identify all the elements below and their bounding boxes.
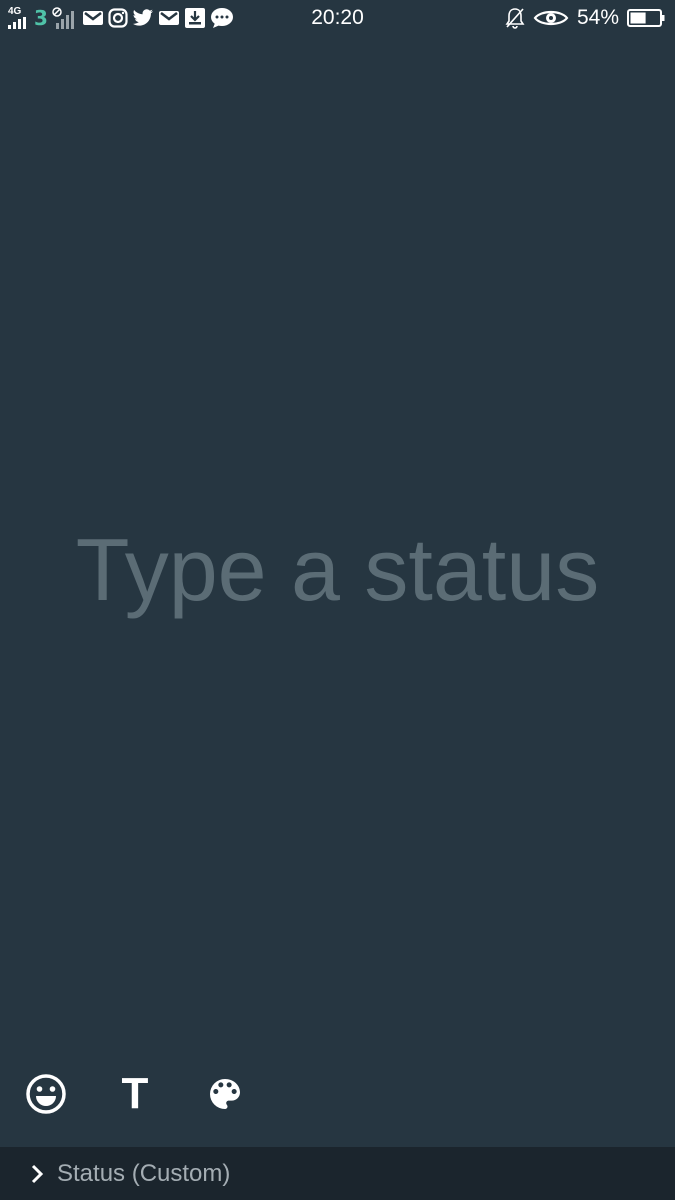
system-status-bar: 4G 3 20:20 54% xyxy=(0,0,675,36)
status-composer xyxy=(0,480,675,660)
status-privacy-bar[interactable]: Status (Custom) xyxy=(0,1147,675,1200)
status-privacy-label: Status (Custom) xyxy=(57,1159,231,1187)
battery-icon xyxy=(627,6,665,30)
palette-icon xyxy=(210,1079,240,1109)
emoji-button[interactable] xyxy=(14,1062,78,1126)
status-bar-right-icons: 54% xyxy=(505,4,665,32)
text-style-icon: T xyxy=(121,1069,149,1118)
text-style-button[interactable]: T xyxy=(103,1062,167,1126)
composer-toolbar: T xyxy=(0,1062,675,1126)
mute-bell-icon xyxy=(505,6,525,30)
status-text-input[interactable] xyxy=(0,518,675,622)
eye-icon xyxy=(533,6,569,30)
chevron-right-icon xyxy=(22,1159,52,1189)
emoji-icon xyxy=(26,1074,66,1114)
battery-percent: 54% xyxy=(576,6,619,29)
background-color-button[interactable] xyxy=(193,1062,257,1126)
